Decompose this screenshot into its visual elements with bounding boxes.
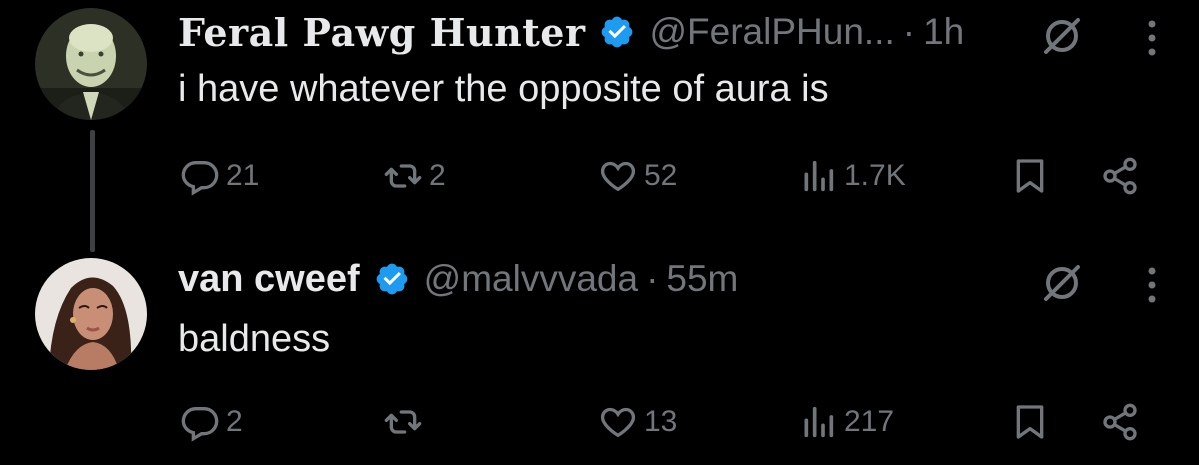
tweet-text: i have whatever the opposite of aura is	[178, 68, 829, 110]
tweet-header: van cweef @malvvvada · 55m	[178, 253, 738, 305]
user-handle[interactable]: @malvvvada	[424, 258, 638, 300]
share-button[interactable]	[1100, 397, 1146, 447]
like-count: 13	[644, 405, 678, 438]
avatar[interactable]	[35, 8, 147, 120]
reply-icon	[181, 161, 219, 196]
tweet-1[interactable]: Feral Pawg Hunter @FeralPHun... · 1h i h…	[0, 0, 1199, 230]
timestamp[interactable]: 1h	[923, 11, 964, 53]
reply-count: 21	[226, 159, 260, 192]
like-button[interactable]: 13	[598, 397, 677, 447]
bookmark-button[interactable]	[1010, 151, 1056, 201]
share-icon	[1103, 157, 1137, 195]
display-name[interactable]: van cweef	[178, 258, 360, 301]
views-count: 217	[844, 405, 895, 438]
share-icon	[1103, 403, 1137, 441]
share-button[interactable]	[1100, 151, 1146, 201]
timestamp[interactable]: 55m	[666, 258, 738, 300]
like-button[interactable]: 52	[598, 151, 677, 201]
tweet-actions: 2 13 217	[0, 397, 1199, 447]
more-icon[interactable]	[1145, 265, 1159, 305]
tweet-actions: 21 2 52 1.7K	[0, 151, 1199, 201]
bookmark-button[interactable]	[1010, 397, 1056, 447]
tweet-header: Feral Pawg Hunter @FeralPHun... · 1h	[178, 6, 964, 58]
views-icon	[804, 160, 834, 192]
bookmark-icon	[1016, 405, 1044, 439]
verified-badge-icon	[599, 14, 635, 50]
reply-count: 2	[226, 405, 243, 438]
retweet-count: 2	[429, 159, 446, 192]
user-handle[interactable]: @FeralPHun...	[649, 11, 894, 53]
tweet-2[interactable]: van cweef @malvvvada · 55m baldness 2 13…	[0, 240, 1199, 465]
reply-icon	[181, 407, 219, 442]
bookmark-icon	[1016, 159, 1044, 193]
like-icon	[600, 161, 636, 192]
separator: ·	[902, 11, 916, 52]
views-icon	[804, 406, 834, 438]
separator: ·	[646, 258, 659, 299]
verified-badge-icon	[374, 261, 410, 297]
reply-button[interactable]: 21	[180, 151, 259, 201]
retweet-icon	[384, 410, 422, 434]
avatar[interactable]	[35, 258, 147, 370]
retweet-icon	[384, 164, 422, 188]
reply-button[interactable]: 2	[180, 397, 243, 447]
mute-icon[interactable]	[1040, 261, 1084, 305]
views-count: 1.7K	[844, 159, 906, 192]
like-icon	[600, 407, 636, 438]
like-count: 52	[644, 159, 678, 192]
retweet-button[interactable]	[383, 397, 429, 447]
more-icon[interactable]	[1145, 18, 1159, 58]
tweet-text: baldness	[178, 318, 331, 360]
views-button[interactable]: 1.7K	[798, 151, 906, 201]
display-name[interactable]: Feral Pawg Hunter	[178, 10, 585, 55]
mute-icon[interactable]	[1040, 14, 1084, 58]
retweet-button[interactable]: 2	[383, 151, 446, 201]
views-button[interactable]: 217	[798, 397, 894, 447]
